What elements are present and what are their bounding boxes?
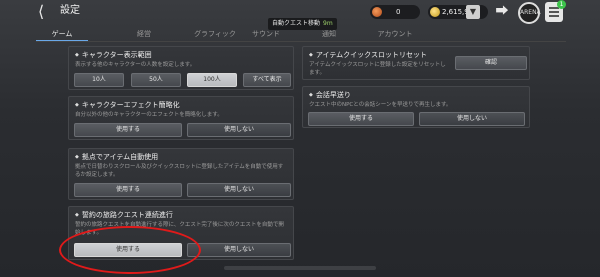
tab-divider <box>36 41 566 42</box>
exit-door-icon[interactable]: ⮕ <box>494 3 510 21</box>
character-range-desc: 表示する他のキャラクターの人数を設定します。 <box>75 62 196 68</box>
gold-coin-icon <box>430 7 440 17</box>
effect-simplify-off-button[interactable]: 使用しない <box>187 123 291 137</box>
chevron-down-icon[interactable]: ▼ <box>466 5 480 19</box>
tab-account[interactable]: アカウント <box>370 28 420 42</box>
auto-item-on-button[interactable]: 使用する <box>74 183 182 197</box>
panel-dialogue-skip: 会話早送り クエスト中のNPCとの会話シーンを早送りで再生します。 使用する 使… <box>302 86 530 128</box>
quickslot-reset-confirm-button[interactable]: 確認 <box>455 56 527 70</box>
range-all-button[interactable]: すべて表示 <box>243 73 291 87</box>
tab-game[interactable]: ゲーム <box>36 28 88 42</box>
oath-quest-off-button[interactable]: 使用しない <box>187 243 291 257</box>
page-title: 設定 <box>60 5 80 16</box>
dialogue-skip-title: 会話早送り <box>309 91 351 100</box>
effect-simplify-title: キャラクターエフェクト簡略化 <box>75 101 180 110</box>
menu-icon <box>549 7 559 17</box>
highlight-annotation <box>59 226 201 274</box>
tab-graphics[interactable]: グラフィック <box>186 28 244 42</box>
gem-value: 0 <box>396 8 401 16</box>
dialogue-skip-desc: クエスト中のNPCとの会話シーンを早送りで再生します。 <box>309 102 452 108</box>
character-range-title: キャラクター表示範囲 <box>75 51 152 60</box>
panel-quickslot-reset: アイテムクイックスロットリセット アイテムクイックスロットに登録した設定をリセッ… <box>302 46 530 80</box>
tab-sound[interactable]: サウンド <box>246 28 286 42</box>
range-10-button[interactable]: 10人 <box>74 73 124 87</box>
gem-resource: 0 <box>370 5 420 19</box>
range-100-button[interactable]: 100人 <box>187 73 237 87</box>
settings-tabs: ゲーム 経営 グラフィック サウンド 通知 アカウント <box>36 28 446 42</box>
panel-auto-item: 拠点でアイテム自動使用 拠点で日替わりスクロール及びクイックスロットに登録したア… <box>68 148 294 200</box>
quickslot-reset-title: アイテムクイックスロットリセット <box>309 51 427 60</box>
dialogue-skip-on-button[interactable]: 使用する <box>308 112 414 126</box>
auto-item-off-button[interactable]: 使用しない <box>187 183 291 197</box>
emblem-text: ARENA <box>520 9 541 16</box>
notification-badge: 1 <box>557 0 566 9</box>
effect-simplify-on-button[interactable]: 使用する <box>74 123 182 137</box>
effect-simplify-desc: 自分以外の他のキャラクターのエフェクトを簡略化します。 <box>75 112 223 118</box>
tab-management[interactable]: 経営 <box>126 28 162 42</box>
panel-effect-simplify: キャラクターエフェクト簡略化 自分以外の他のキャラクターのエフェクトを簡略化しま… <box>68 96 294 140</box>
oath-quest-title: 誓約の旅路クエスト連続進行 <box>75 211 173 220</box>
auto-quest-time: 9m <box>323 20 333 27</box>
gem-icon <box>372 7 382 17</box>
auto-quest-label: 自動クエスト移動 <box>272 20 321 27</box>
home-indicator <box>224 266 376 270</box>
dialogue-skip-off-button[interactable]: 使用しない <box>419 112 525 126</box>
auto-item-title: 拠点でアイテム自動使用 <box>75 153 158 162</box>
emblem-icon[interactable]: ARENA <box>518 2 541 24</box>
back-arrow-icon[interactable]: ⟨ <box>38 3 58 21</box>
tab-notification[interactable]: 通知 <box>314 28 344 42</box>
panel-character-range: キャラクター表示範囲 表示する他のキャラクターの人数を設定します。 10人 50… <box>68 46 294 90</box>
range-50-button[interactable]: 50人 <box>131 73 181 87</box>
quickslot-reset-desc: アイテムクイックスロットに登録した設定をリセットします。 <box>309 62 446 76</box>
auto-item-desc: 拠点で日替わりスクロール及びクイックスロットに登録したアイテムを自動で使用するか… <box>75 164 284 178</box>
